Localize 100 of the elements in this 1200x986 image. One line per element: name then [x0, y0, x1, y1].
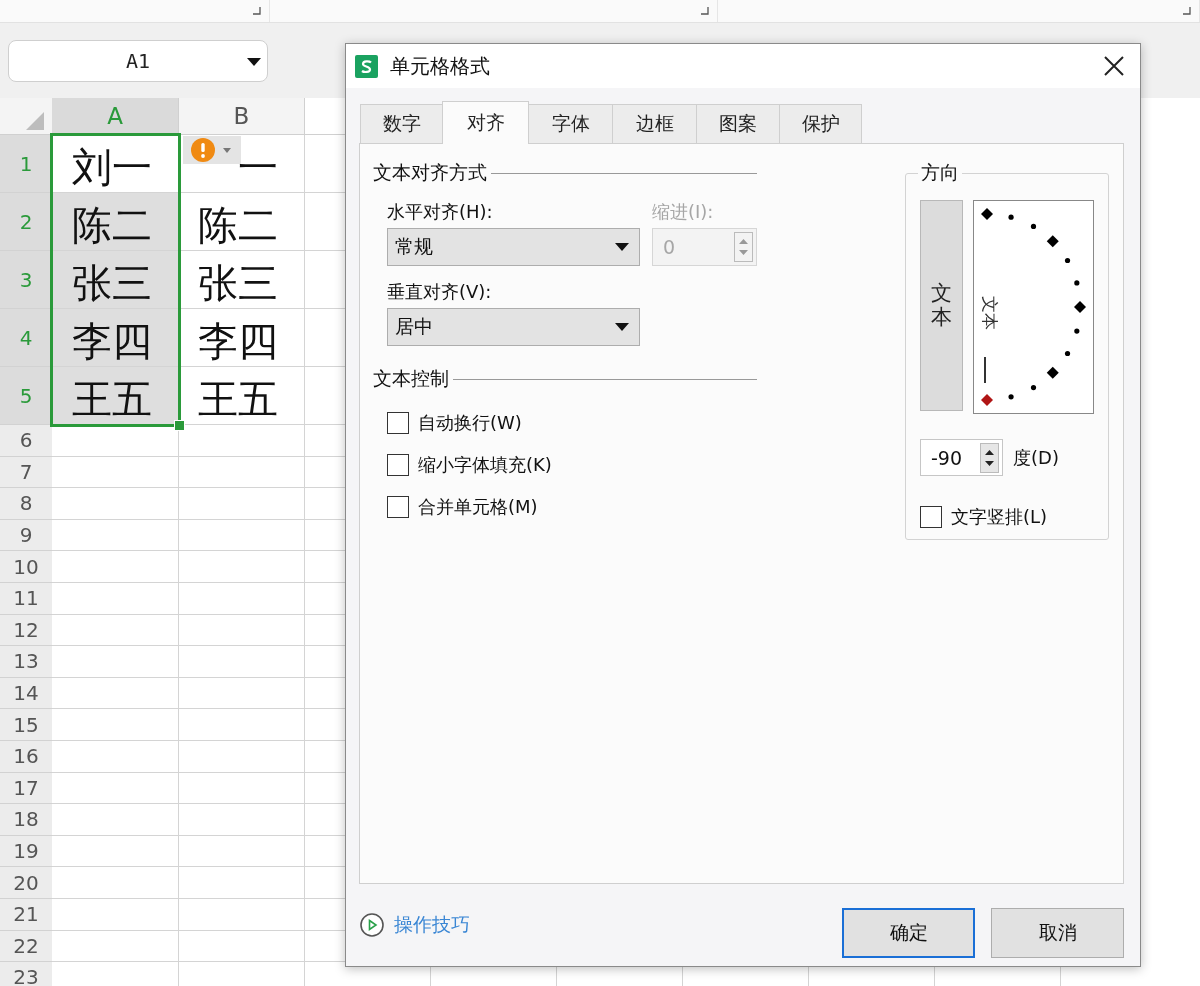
select-all-icon[interactable]: [26, 112, 44, 130]
grid-cell[interactable]: [52, 488, 179, 520]
grid-cell[interactable]: [52, 551, 179, 583]
diamond-mark[interactable]: [981, 394, 993, 406]
orientation-dial[interactable]: 文本: [973, 200, 1094, 414]
row-header[interactable]: 12: [0, 614, 52, 647]
row-header[interactable]: 21: [0, 898, 52, 931]
dot-mark[interactable]: [1064, 257, 1071, 264]
row-header[interactable]: 22: [0, 930, 52, 963]
row-header[interactable]: 16: [0, 740, 52, 773]
column-header[interactable]: B: [179, 98, 305, 135]
tab[interactable]: 保护: [779, 104, 862, 143]
grid-cell[interactable]: [179, 930, 305, 963]
grid-cell[interactable]: [179, 425, 305, 457]
diamond-mark[interactable]: [1046, 235, 1059, 248]
grid-cell[interactable]: [52, 804, 179, 836]
row-header[interactable]: 7: [0, 456, 52, 489]
table-cell[interactable]: 张三: [52, 251, 179, 309]
cancel-button[interactable]: 取消: [991, 908, 1124, 958]
close-button[interactable]: [1104, 56, 1124, 76]
grid-cell[interactable]: [52, 835, 179, 868]
table-cell[interactable]: 李四: [179, 309, 305, 367]
row-header[interactable]: 10: [0, 551, 52, 583]
checkbox-label[interactable]: 合并单元格(M): [418, 495, 538, 519]
grid-cell[interactable]: [52, 519, 179, 552]
diamond-mark[interactable]: [1046, 366, 1059, 379]
diamond-mark[interactable]: [981, 208, 993, 220]
dot-mark[interactable]: [1008, 214, 1014, 220]
vertical-align-dropdown[interactable]: 居中: [387, 308, 640, 346]
grid-cell[interactable]: [52, 867, 179, 899]
grid-cell[interactable]: [52, 740, 179, 773]
table-cell[interactable]: 陈二: [52, 193, 179, 251]
tab[interactable]: 边框: [612, 104, 697, 143]
grid-cell[interactable]: [52, 582, 179, 615]
tab[interactable]: 对齐: [442, 101, 529, 144]
grid-cell[interactable]: [179, 614, 305, 647]
checkbox[interactable]: [920, 506, 942, 528]
degrees-field[interactable]: -90: [920, 439, 1003, 476]
grid-cell[interactable]: [179, 646, 305, 678]
grid-cell[interactable]: [179, 582, 305, 615]
row-header[interactable]: 11: [0, 582, 52, 615]
checkbox[interactable]: [387, 454, 409, 476]
row-header[interactable]: 19: [0, 835, 52, 868]
fill-handle[interactable]: [174, 420, 185, 431]
table-cell[interactable]: 张三: [179, 251, 305, 309]
horizontal-align-dropdown[interactable]: 常规: [387, 228, 640, 266]
grid-cell[interactable]: [52, 709, 179, 741]
name-box[interactable]: A1: [8, 39, 268, 82]
grid-cell[interactable]: [179, 772, 305, 805]
checkbox[interactable]: [387, 412, 409, 434]
corner-icon[interactable]: [1183, 7, 1191, 15]
row-header[interactable]: 23: [0, 962, 52, 986]
corner-icon[interactable]: [701, 7, 709, 15]
grid-cell[interactable]: [52, 614, 179, 647]
table-cell[interactable]: 李四: [52, 309, 179, 367]
table-cell[interactable]: 王五: [52, 367, 179, 425]
grid-cell[interactable]: [179, 551, 305, 583]
tips-link[interactable]: 操作技巧: [394, 912, 470, 938]
grid-cell[interactable]: [179, 867, 305, 899]
dot-mark[interactable]: [1030, 223, 1037, 230]
grid-cell[interactable]: [52, 930, 179, 963]
dot-mark[interactable]: [1008, 394, 1014, 400]
grid-cell[interactable]: [52, 456, 179, 489]
grid-cell[interactable]: [179, 519, 305, 552]
grid-cell[interactable]: [179, 835, 305, 868]
row-header[interactable]: 8: [0, 488, 52, 520]
table-cell[interactable]: 陈二: [179, 193, 305, 251]
dot-mark[interactable]: [1064, 350, 1071, 357]
spin-arrows-icon[interactable]: [980, 442, 999, 473]
grid-cell[interactable]: [179, 709, 305, 741]
corner-icon[interactable]: [253, 7, 261, 15]
grid-cell[interactable]: [179, 740, 305, 773]
vertical-text-button[interactable]: 文本: [920, 200, 963, 411]
tab[interactable]: 图案: [696, 104, 780, 143]
dot-mark[interactable]: [1030, 384, 1037, 391]
row-header[interactable]: 17: [0, 772, 52, 805]
row-header[interactable]: 14: [0, 677, 52, 710]
checkbox-label[interactable]: 缩小字体填充(K): [418, 453, 552, 477]
row-header[interactable]: 18: [0, 804, 52, 836]
grid-cell[interactable]: [179, 677, 305, 710]
grid-cell[interactable]: [52, 646, 179, 678]
grid-cell[interactable]: [52, 898, 179, 931]
grid-cell[interactable]: [179, 804, 305, 836]
checkbox-label[interactable]: 文字竖排(L): [951, 505, 1048, 529]
checkbox[interactable]: [387, 496, 409, 518]
play-circle-icon[interactable]: [360, 913, 384, 937]
row-header[interactable]: 6: [0, 425, 52, 457]
grid-cell[interactable]: [179, 488, 305, 520]
row-header[interactable]: 9: [0, 519, 52, 552]
grid-cell[interactable]: [179, 898, 305, 931]
row-header[interactable]: 20: [0, 867, 52, 899]
smart-tag-button[interactable]: [183, 136, 241, 164]
ok-button[interactable]: 确定: [842, 908, 975, 958]
checkbox-label[interactable]: 自动换行(W): [418, 411, 522, 435]
tab[interactable]: 字体: [528, 104, 613, 143]
row-header[interactable]: 15: [0, 709, 52, 741]
dot-mark[interactable]: [1074, 280, 1080, 286]
grid-cell[interactable]: [179, 456, 305, 489]
grid-cell[interactable]: [52, 772, 179, 805]
grid-cell[interactable]: [52, 677, 179, 710]
